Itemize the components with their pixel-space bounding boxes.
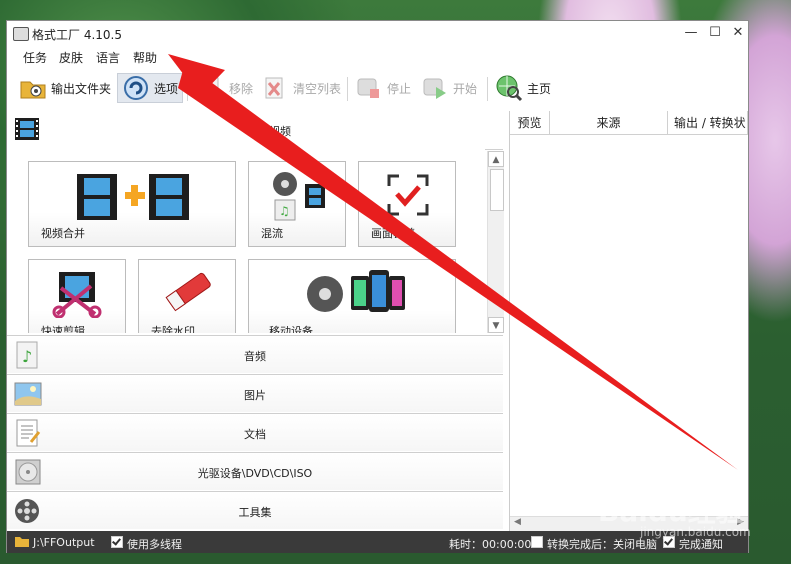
start-label: 开始: [453, 81, 478, 96]
title-bar: 格式工厂 4.10.5 — ☐ ✕: [7, 21, 748, 46]
crop-icon: [387, 174, 429, 216]
category-label: 图片: [244, 389, 266, 402]
output-folder-button[interactable]: 输出文件夹: [19, 73, 111, 103]
column-output-status[interactable]: 输出 / 转换状: [668, 111, 748, 135]
options-icon: [122, 74, 150, 102]
function-panel: 视频 视频合并 ♫ 混流 画面裁剪 快速剪辑 去除水印 移动设备 ▲ ▼ ♪ 音…: [7, 111, 505, 531]
after-convert-checkbox[interactable]: [531, 535, 543, 548]
output-path[interactable]: J:\FFOutput: [33, 536, 95, 549]
home-button[interactable]: 主页: [495, 73, 551, 103]
start-button[interactable]: 开始: [421, 73, 477, 103]
scroll-left-icon[interactable]: ◀: [514, 517, 521, 527]
category-document[interactable]: 文档: [7, 413, 503, 451]
toolbar: 输出文件夹 选项 移除 清空列表 停止 开始 主页: [7, 67, 748, 109]
video-category-label: 视频: [269, 125, 291, 138]
video-merge-icon: [77, 174, 189, 220]
video-category-header[interactable]: 视频: [7, 111, 503, 150]
menu-language[interactable]: 语言: [96, 49, 120, 66]
status-bar: J:\FFOutput 使用多线程 耗时：00:00:00 转换完成后：关闭电脑…: [7, 531, 748, 553]
scissors-icon: [52, 272, 102, 318]
category-label: 工具集: [238, 506, 272, 519]
globe-search-icon: [495, 74, 523, 102]
tile-label: 视频合并: [41, 227, 85, 240]
folder-icon: [19, 74, 47, 102]
home-label: 主页: [527, 81, 552, 96]
options-label: 选项: [154, 81, 179, 96]
tile-video-merge[interactable]: 视频合并: [28, 161, 236, 247]
window-title: 格式工厂 4.10.5: [32, 28, 122, 42]
close-icon[interactable]: ✕: [726, 23, 750, 43]
maximize-icon[interactable]: ☐: [703, 23, 727, 43]
scroll-down-icon[interactable]: ▼: [488, 317, 504, 333]
clear-list-button[interactable]: 清空列表: [261, 73, 341, 103]
remove-icon: [197, 74, 225, 102]
menu-bar: 任务 皮肤 语言 帮助: [7, 46, 748, 66]
video-tiles: 视频合并 ♫ 混流 画面裁剪 快速剪辑 去除水印 移动设备: [7, 149, 485, 333]
category-optical-drive[interactable]: 光驱设备\DVD\CD\ISO: [7, 452, 503, 490]
stop-button[interactable]: 停止: [355, 73, 411, 103]
column-preview[interactable]: 预览: [510, 111, 550, 135]
app-window: 格式工厂 4.10.5 — ☐ ✕ 任务 皮肤 语言 帮助 输出文件夹 选项 移…: [6, 20, 749, 553]
tile-mux[interactable]: ♫ 混流: [248, 161, 346, 247]
clear-list-icon: [261, 74, 289, 102]
toolbar-separator: [347, 77, 348, 101]
svg-text:♫: ♫: [279, 204, 290, 218]
tile-remove-watermark[interactable]: 去除水印: [138, 259, 236, 333]
tile-label: 画面裁剪: [371, 227, 415, 240]
remove-label: 移除: [229, 81, 254, 96]
scroll-up-icon[interactable]: ▲: [488, 151, 504, 167]
stop-label: 停止: [387, 81, 412, 96]
column-source[interactable]: 来源: [550, 111, 668, 135]
eraser-icon: [165, 272, 211, 312]
menu-task[interactable]: 任务: [23, 49, 47, 66]
category-label: 音频: [244, 350, 266, 363]
remove-button[interactable]: 移除: [197, 73, 253, 103]
category-image[interactable]: 图片: [7, 374, 503, 412]
tile-crop[interactable]: 画面裁剪: [358, 161, 456, 247]
category-toolbox[interactable]: 工具集: [7, 491, 503, 529]
menu-help[interactable]: 帮助: [133, 49, 157, 66]
watermark-site: jingyan.baidu.com: [640, 525, 751, 539]
task-list[interactable]: 预览 来源 输出 / 转换状 ◀ ▶: [509, 111, 748, 531]
options-button[interactable]: 选项: [117, 73, 184, 103]
folder-small-icon: [15, 535, 29, 550]
tile-label: 混流: [261, 227, 283, 240]
clear-list-label: 清空列表: [293, 81, 342, 96]
output-folder-label: 输出文件夹: [51, 81, 112, 96]
tiles-scrollbar[interactable]: ▲ ▼: [487, 151, 504, 333]
minimize-icon[interactable]: —: [679, 23, 703, 43]
watermark-brand: Baidu经验: [598, 495, 744, 528]
toolbar-separator: [187, 77, 188, 101]
mobile-device-icon: [307, 270, 405, 312]
app-icon: [13, 27, 29, 41]
mux-icon: ♫: [273, 172, 325, 221]
elapsed-time: 耗时：00:00:00: [449, 538, 532, 551]
multithread-checkbox[interactable]: [111, 535, 123, 548]
menu-skin[interactable]: 皮肤: [59, 49, 83, 66]
scrollbar-thumb[interactable]: [490, 169, 504, 211]
start-icon: [421, 74, 449, 102]
multithread-label: 使用多线程: [127, 538, 182, 551]
tile-label: 快速剪辑: [41, 325, 85, 333]
category-audio[interactable]: ♪ 音频: [7, 335, 503, 373]
tile-label: 移动设备: [269, 325, 313, 333]
category-label: 光驱设备\DVD\CD\ISO: [197, 467, 313, 480]
stop-icon: [355, 74, 383, 102]
toolbar-separator: [487, 77, 488, 101]
category-label: 文档: [244, 428, 266, 441]
tile-quick-clip[interactable]: 快速剪辑: [28, 259, 126, 333]
tile-mobile-device[interactable]: 移动设备: [248, 259, 456, 333]
film-icon: [13, 115, 43, 145]
tile-label: 去除水印: [151, 325, 195, 333]
